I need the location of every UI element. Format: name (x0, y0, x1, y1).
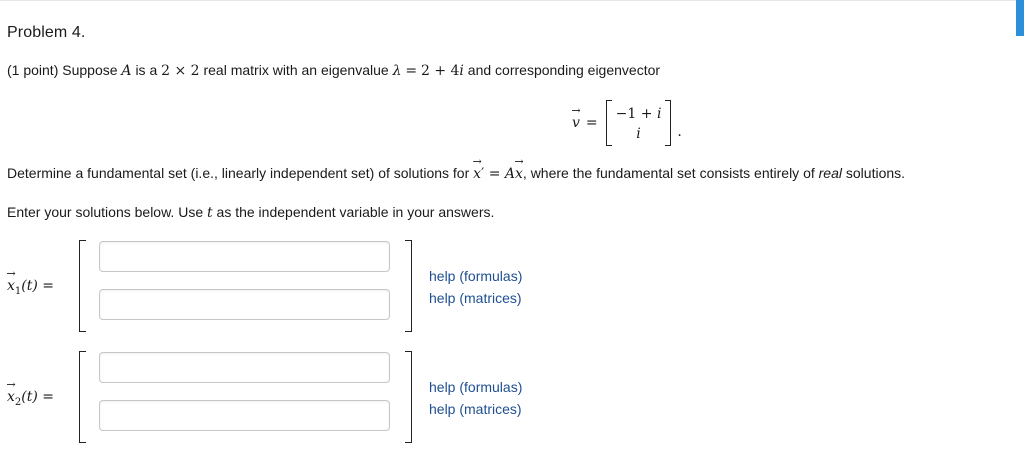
solution-1-label: x1(t) = (7, 277, 54, 297)
problem-page: Problem 4. (1 point) Suppose A is a 2 × … (0, 0, 1024, 450)
solution-2-left-bracket (79, 351, 86, 443)
solution-2-component-1-input[interactable] (99, 352, 390, 383)
help-matrices-link[interactable]: help (matrices) (429, 290, 522, 306)
statement-text: and corresponding eigenvector (467, 62, 661, 78)
x-vector-symbol: x (515, 166, 523, 182)
side-edge-tab[interactable] (1016, 0, 1024, 36)
solution-2-component-2-input[interactable] (99, 400, 390, 431)
matrix-symbol: A (504, 166, 516, 182)
equals-sign: = (405, 63, 418, 79)
problem-title: Problem 4. (7, 24, 86, 41)
eigenvector-entries: −1 + i i (612, 103, 666, 144)
equals-sign: = (37, 389, 55, 405)
help-formulas-link[interactable]: help (formulas) (429, 268, 522, 284)
eigenvector-top-imag: i (656, 105, 662, 122)
task-text: Determine a fundamental set (i.e., linea… (7, 165, 470, 181)
statement-text: real matrix with an eigenvalue (203, 62, 389, 78)
eigenvector-top-real: −1 + (615, 105, 657, 122)
solution-1-component-1-input[interactable] (99, 241, 390, 272)
solution-vector-symbol: x (7, 389, 15, 405)
right-bracket (665, 100, 672, 146)
period: . (677, 124, 682, 140)
task-text: solutions. (845, 165, 906, 181)
statement-text: is a (135, 62, 158, 78)
entry-instructions: Enter your solutions below. Use t as the… (7, 204, 494, 221)
task-statement: Determine a fundamental set (i.e., linea… (7, 165, 905, 182)
t-variable: t (207, 205, 213, 221)
solution-1-component-2-input[interactable] (99, 289, 390, 320)
help-formulas-link[interactable]: help (formulas) (429, 379, 522, 395)
help-matrices-link[interactable]: help (matrices) (429, 401, 522, 417)
solution-vector-symbol: x (7, 278, 15, 294)
equals-sign: = (37, 278, 55, 294)
instruction-text: Enter your solutions below. Use (7, 204, 204, 220)
equals-sign: = (585, 115, 598, 131)
solution-2-label: x2(t) = (7, 388, 54, 408)
solution-argument: (t) (21, 278, 38, 294)
task-text: , where the fundamental set consists ent… (522, 165, 815, 181)
eigenvector-top-entry: −1 + i (616, 103, 662, 124)
eigenvector-bottom-entry: i (636, 125, 641, 142)
points-label: (1 point) (7, 62, 59, 78)
solution-2-right-bracket (405, 351, 412, 443)
equals-sign: = (484, 166, 505, 182)
matrix-dimensions: 2 × 2 (161, 63, 200, 79)
solution-1-right-bracket (405, 240, 412, 332)
top-divider (0, 0, 1024, 1)
matrix-symbol: A (121, 63, 132, 79)
instruction-text: as the independent variable in your answ… (216, 204, 495, 220)
eigenvector-display: v = −1 + i i . (572, 98, 682, 148)
statement-text: Suppose (62, 62, 118, 78)
solution-argument: (t) (21, 389, 38, 405)
eigenvalue-real-part: 2 + 4 (420, 63, 460, 79)
x-vector-symbol: x (473, 166, 481, 182)
solution-1-left-bracket (79, 240, 86, 332)
real-emphasis: real (818, 165, 842, 181)
lambda-symbol: λ (392, 63, 402, 79)
problem-statement: (1 point) Suppose A is a 2 × 2 real matr… (7, 62, 660, 79)
imaginary-unit: i (459, 63, 464, 79)
eigenvector-symbol: v (572, 115, 580, 131)
